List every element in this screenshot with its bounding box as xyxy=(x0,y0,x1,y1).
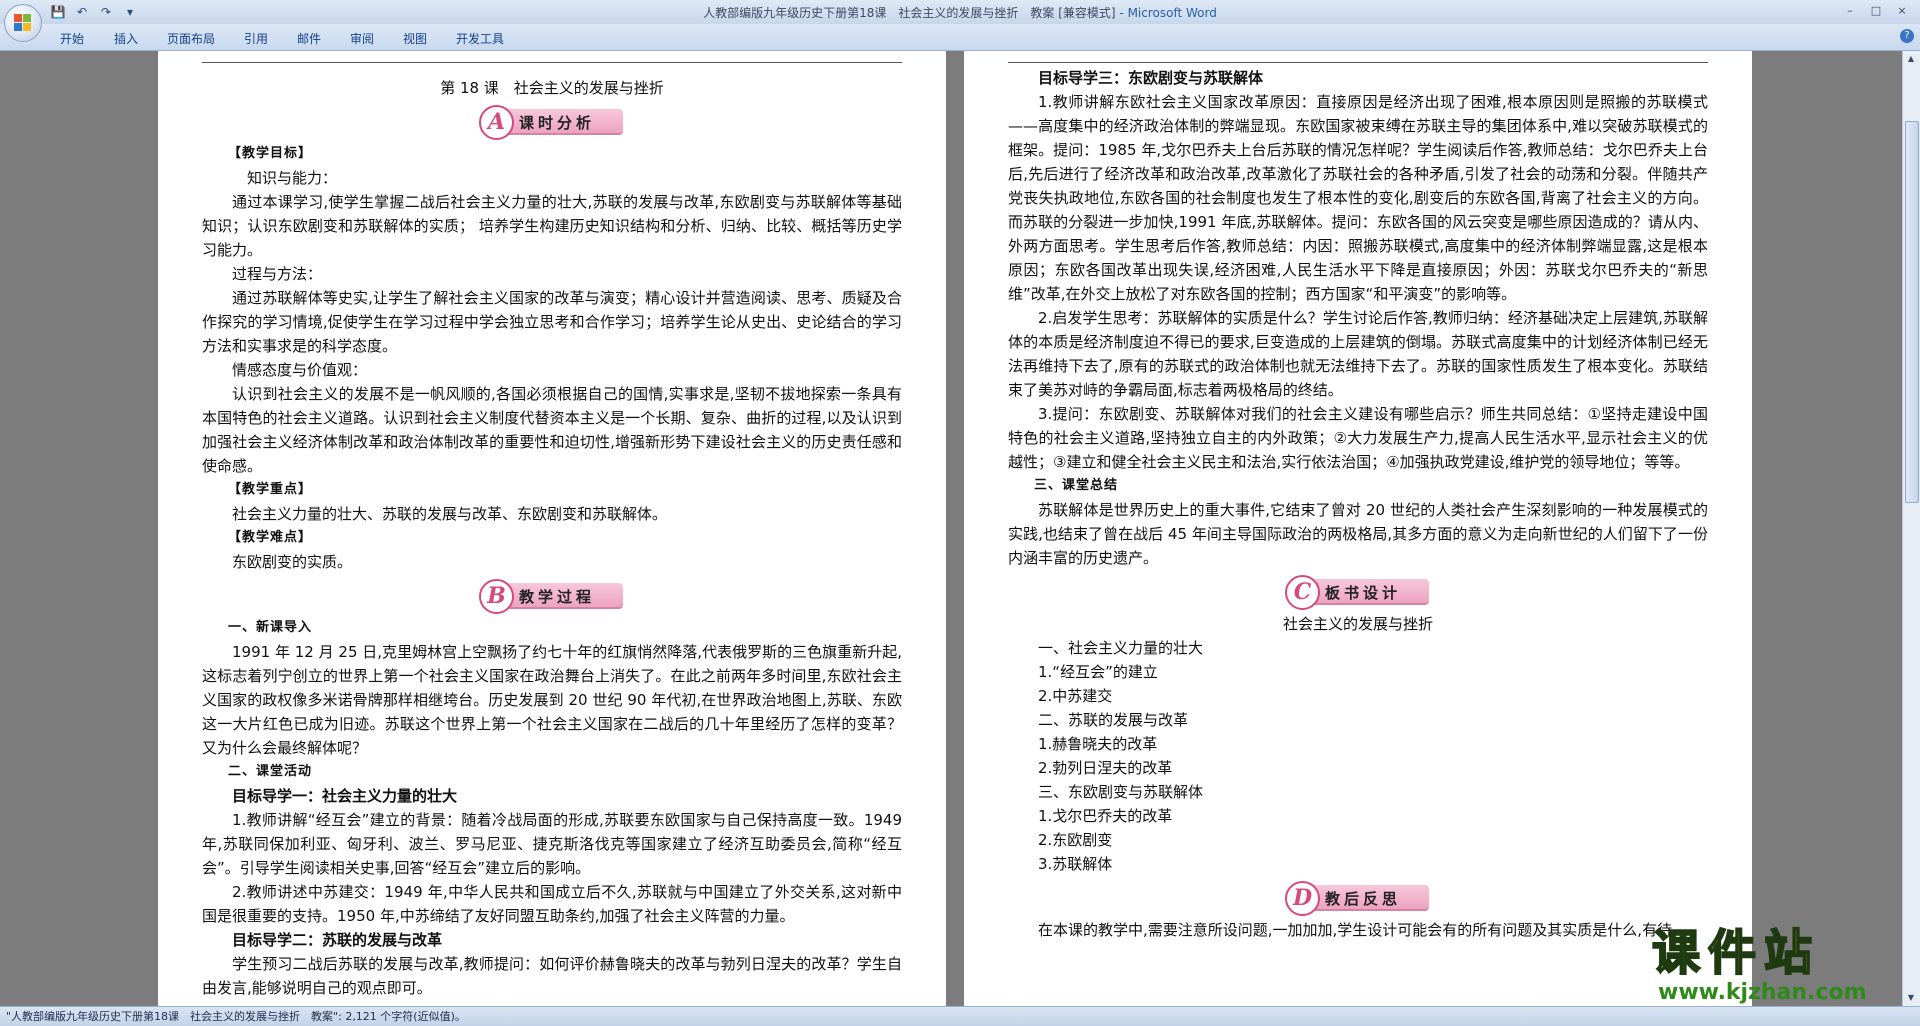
maximize-button[interactable]: □ xyxy=(1864,3,1888,19)
summary-heading: 三、课堂总结 xyxy=(1034,478,1119,493)
guide3-paragraph-2: 2.启发学生思考：苏联解体的实质是什么？学生讨论后作答,教师归纳：经济基础决定上… xyxy=(1008,309,1708,399)
document-title: 人教部编版九年级历史下册第18课 社会主义的发展与挫折 教案 [兼容模式] xyxy=(703,6,1116,20)
office-button[interactable] xyxy=(4,4,42,42)
banner-board-design: C 板书设计 xyxy=(1283,574,1433,610)
status-bar: "人教部编版九年级历史下册第18课 社会主义的发展与挫折 教案": 2,121 … xyxy=(0,1006,1920,1026)
board-item: 1.“经互会”的建立 xyxy=(1038,663,1158,681)
tab-developer[interactable]: 开发工具 xyxy=(456,30,504,47)
lesson-title: 第 18 课 社会主义的发展与挫折 xyxy=(440,79,664,97)
board-item: 1.戈尔巴乔夫的改革 xyxy=(1038,807,1173,825)
guide3-heading: 目标导学三：东欧剧变与苏联解体 xyxy=(1038,69,1264,87)
board-item: 三、东欧剧变与苏联解体 xyxy=(1038,783,1204,801)
title-bar: 💾 ↶ ↷ ▾ 人教部编版九年级历史下册第18课 社会主义的发展与挫折 教案 [… xyxy=(0,0,1920,25)
key-points-text: 社会主义力量的壮大、苏联的发展与改革、东欧剧变和苏联解体。 xyxy=(232,505,668,523)
banner-reflection: D 教后反思 xyxy=(1283,880,1433,916)
banner-lesson-analysis: A 课时分析 xyxy=(477,104,627,140)
board-item: 1.赫鲁晓夫的改革 xyxy=(1038,735,1158,753)
board-item: 3.苏联解体 xyxy=(1038,855,1113,873)
ribbon-tabs: 开始 插入 页面布局 引用 邮件 审阅 视图 开发工具 ? xyxy=(0,24,1920,51)
teaching-goal-heading: 【教学目标】 xyxy=(228,146,313,161)
intro-heading: 一、新课导入 xyxy=(228,620,313,635)
guide1-paragraph-1: 1.教师讲解“经互会”建立的背景：随着冷战局面的形成,苏联要东欧国家与自己保持高… xyxy=(202,811,902,877)
site-watermark-logo: 课件站 www.kjzhan.com xyxy=(1651,924,1902,1005)
tab-page-layout[interactable]: 页面布局 xyxy=(167,30,215,47)
banner-text: 教后反思 xyxy=(1325,890,1402,908)
document-page-left[interactable]: 第 18 课 社会主义的发展与挫折 A 课时分析 【教学目标】 知识与能力： 通… xyxy=(158,51,946,1006)
process-heading: 过程与方法： xyxy=(232,265,323,283)
vertical-scrollbar[interactable]: ▲ ▼ xyxy=(1902,51,1920,1006)
banner-text: 课时分析 xyxy=(519,114,596,132)
page-content-right: 目标导学三：东欧剧变与苏联解体 1.教师讲解东欧社会主义国家改革原因：直接原因是… xyxy=(1008,66,1708,942)
board-item: 2.中苏建交 xyxy=(1038,687,1113,705)
activity-heading: 二、课堂活动 xyxy=(228,764,313,779)
emotion-heading: 情感态度与价值观： xyxy=(232,361,368,379)
tab-insert[interactable]: 插入 xyxy=(114,30,138,47)
board-title: 社会主义的发展与挫折 xyxy=(1282,615,1433,633)
scrollbar-thumb[interactable] xyxy=(1905,121,1919,503)
key-points-heading: 【教学重点】 xyxy=(228,482,313,497)
header-rule xyxy=(1008,62,1708,63)
board-item: 2.勃列日涅夫的改革 xyxy=(1038,759,1173,777)
emotion-text: 认识到社会主义的发展不是一帆风顺的,各国必须根据自己的国情,实事求是,坚韧不拔地… xyxy=(202,385,902,475)
banner-letter: D xyxy=(1285,881,1320,916)
guide1-heading: 目标导学一：社会主义力量的壮大 xyxy=(232,787,458,805)
window-title: 人教部编版九年级历史下册第18课 社会主义的发展与挫折 教案 [兼容模式] - … xyxy=(0,4,1920,21)
difficult-points-heading: 【教学难点】 xyxy=(228,530,313,545)
banner-letter: A xyxy=(479,105,514,140)
scroll-up-icon[interactable]: ▲ xyxy=(1905,53,1917,65)
close-button[interactable]: × xyxy=(1890,3,1914,19)
guide1-paragraph-2: 2.教师讲述中苏建交：1949 年,中华人民共和国成立后不久,苏联就与中国建立了… xyxy=(202,883,902,925)
minimize-button[interactable]: – xyxy=(1838,3,1862,19)
window-controls: – □ × xyxy=(1838,3,1914,19)
guide3-paragraph-1: 1.教师讲解东欧社会主义国家改革原因：直接原因是经济出现了困难,根本原因则是照搬… xyxy=(1008,93,1708,303)
word-count-status[interactable]: "人教部编版九年级历史下册第18课 社会主义的发展与挫折 教案": 2,121 … xyxy=(6,1007,466,1026)
watermark-url: www.kjzhan.com xyxy=(1658,980,1867,1005)
guide2-paragraph-1: 学生预习二战后苏联的发展与改革,教师提问：如何评价赫鲁晓夫的改革与勃列日涅夫的改… xyxy=(202,955,902,997)
office-logo-icon xyxy=(14,14,32,32)
page-content-left: 第 18 课 社会主义的发展与挫折 A 课时分析 【教学目标】 知识与能力： 通… xyxy=(202,76,902,1000)
watermark-title: 课件站 xyxy=(1651,924,1821,982)
document-page-right[interactable]: 目标导学三：东欧剧变与苏联解体 1.教师讲解东欧社会主义国家改革原因：直接原因是… xyxy=(964,51,1752,1006)
banner-teaching-process: B 教学过程 xyxy=(477,578,627,614)
banner-letter: B xyxy=(479,579,514,614)
board-item: 二、苏联的发展与改革 xyxy=(1038,711,1189,729)
banner-text: 教学过程 xyxy=(519,588,596,606)
banner-letter: C xyxy=(1285,575,1320,610)
knowledge-heading: 知识与能力： xyxy=(247,169,338,187)
help-icon[interactable]: ? xyxy=(1900,29,1914,43)
summary-text: 苏联解体是世界历史上的重大事件,它结束了曾对 20 世纪的人类社会产生深刻影响的… xyxy=(1008,501,1708,567)
scroll-down-icon[interactable]: ▼ xyxy=(1905,992,1917,1004)
knowledge-text: 通过本课学习,使学生掌握二战后社会主义力量的壮大,苏联的发展与改革,东欧剧变与苏… xyxy=(202,193,902,259)
process-text: 通过苏联解体等史实,让学生了解社会主义国家的改革与演变；精心设计并营造阅读、思考… xyxy=(202,289,902,355)
app-name: - Microsoft Word xyxy=(1115,6,1217,20)
guide2-heading: 目标导学二：苏联的发展与改革 xyxy=(232,931,443,949)
banner-text: 板书设计 xyxy=(1325,584,1402,602)
difficult-points-text: 东欧剧变的实质。 xyxy=(232,553,353,571)
tab-references[interactable]: 引用 xyxy=(244,30,268,47)
board-item: 2.东欧剧变 xyxy=(1038,831,1113,849)
tab-mailings[interactable]: 邮件 xyxy=(297,30,321,47)
header-rule xyxy=(202,62,902,63)
tab-review[interactable]: 审阅 xyxy=(350,30,374,47)
intro-text: 1991 年 12 月 25 日,克里姆林宫上空飘扬了约七十年的红旗悄然降落,代… xyxy=(202,643,902,757)
board-item: 一、社会主义力量的壮大 xyxy=(1038,639,1204,657)
guide3-paragraph-3: 3.提问：东欧剧变、苏联解体对我们的社会主义建设有哪些启示？师生共同总结：①坚持… xyxy=(1008,405,1708,471)
tab-home[interactable]: 开始 xyxy=(60,30,84,47)
tab-view[interactable]: 视图 xyxy=(403,30,427,47)
reflection-text: 在本课的教学中,需要注意所设问题,一加加加,学生设计可能会有的所有问题及其实质是… xyxy=(1038,921,1673,939)
